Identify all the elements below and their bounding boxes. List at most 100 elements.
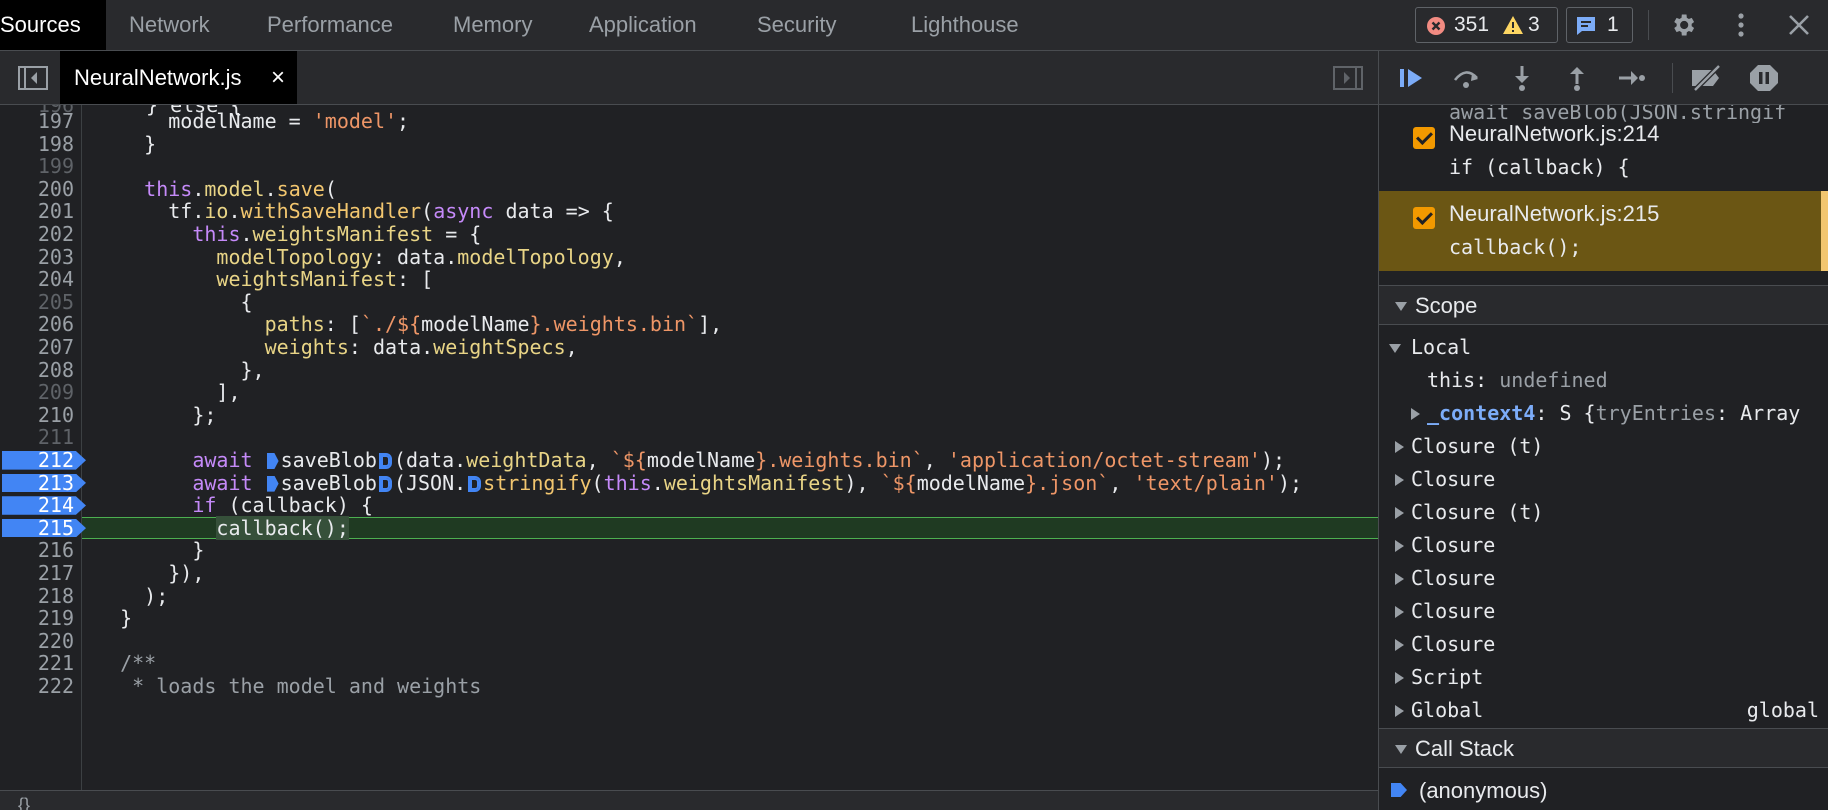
code-line: 200 this.model.save(: [0, 177, 1378, 201]
scope-closure[interactable]: Closure (t): [1379, 496, 1828, 529]
line-number[interactable]: 199: [0, 155, 74, 178]
breakpoint-item-hit[interactable]: NeuralNetwork.js:215 callback();: [1379, 191, 1828, 271]
scope-property-context[interactable]: _context4: S {tryEntries: Array: [1379, 397, 1828, 430]
line-number[interactable]: 207: [0, 336, 74, 359]
call-stack-section-header[interactable]: Call Stack: [1379, 728, 1828, 768]
line-number[interactable]: 200: [0, 178, 74, 201]
expand-arrow-icon: [1395, 441, 1404, 453]
line-number[interactable]: 221: [0, 652, 74, 675]
property-key: tryEntries: [1595, 401, 1717, 425]
line-number[interactable]: 198: [0, 132, 74, 156]
step-out-icon[interactable]: [1562, 64, 1592, 92]
line-number[interactable]: 197: [0, 110, 74, 133]
message-icon: [1577, 17, 1595, 35]
code-text: },: [96, 357, 265, 382]
code-text: }: [96, 606, 133, 631]
tab-application[interactable]: Application: [589, 0, 697, 50]
scope-closure[interactable]: Closure: [1379, 562, 1828, 595]
property-value: Array: [1740, 401, 1801, 425]
line-number[interactable]: 217: [0, 562, 74, 585]
code-text: };: [96, 402, 217, 427]
scope-script[interactable]: Script: [1379, 661, 1828, 694]
expand-arrow-icon: [1395, 672, 1404, 684]
issues-counter[interactable]: 351 3: [1415, 7, 1558, 43]
scope-property-this[interactable]: this: undefined: [1379, 364, 1828, 397]
line-number[interactable]: 203: [0, 245, 74, 269]
tab-memory[interactable]: Memory: [453, 0, 532, 50]
code-text: modelName = 'model';: [96, 109, 410, 133]
tab-security[interactable]: Security: [757, 0, 836, 50]
more-menu-icon[interactable]: [1729, 11, 1753, 39]
code-line: 222 * loads the model and weights: [0, 675, 1378, 698]
deactivate-breakpoints-icon[interactable]: [1689, 64, 1725, 92]
breakpoint-checkbox[interactable]: [1413, 127, 1435, 149]
line-number[interactable]: 209: [0, 381, 74, 404]
code-line: 220: [0, 630, 1378, 653]
tab-performance[interactable]: Performance: [267, 0, 393, 50]
close-icon[interactable]: [1787, 13, 1811, 37]
scope-closure[interactable]: Closure: [1379, 463, 1828, 496]
line-number[interactable]: 222: [0, 675, 74, 698]
toggle-navigator-icon[interactable]: [18, 66, 48, 90]
step-into-icon[interactable]: [1507, 64, 1537, 92]
property-value: S {: [1559, 401, 1596, 425]
code-text: weights: data.weightSpecs,: [264, 335, 578, 359]
file-tab-neuralnetwork[interactable]: NeuralNetwork.js ×: [60, 51, 297, 104]
line-number[interactable]: 210: [0, 404, 74, 427]
line-number[interactable]: 212: [0, 449, 74, 472]
scope-closure[interactable]: Closure (t): [1379, 430, 1828, 463]
line-number[interactable]: 205: [0, 291, 74, 314]
breakpoint-checkbox[interactable]: [1413, 207, 1435, 229]
code-line: 212 await saveBlob (data.weightData, `${m…: [0, 449, 1378, 472]
line-number[interactable]: 202: [0, 223, 74, 246]
scope-local[interactable]: Local: [1379, 331, 1828, 364]
code-line: 207 weights: data.weightSpecs,: [0, 336, 1378, 359]
file-tab-close-icon[interactable]: ×: [271, 51, 285, 105]
step-over-icon[interactable]: [1451, 64, 1481, 92]
scope-closure[interactable]: Closure: [1379, 529, 1828, 562]
code-line: 206 paths: [`./${modelName}.weights.bin`…: [0, 313, 1378, 336]
line-number[interactable]: 216: [0, 539, 74, 562]
scope-section-header[interactable]: Scope: [1379, 285, 1828, 325]
scope-global[interactable]: Global global: [1379, 694, 1828, 727]
toggle-debugger-icon[interactable]: [1333, 66, 1363, 90]
scope-closure-label: Closure: [1411, 632, 1496, 656]
scope-closure-label: Closure (t): [1411, 500, 1544, 524]
line-number[interactable]: 204: [0, 268, 74, 291]
line-number[interactable]: 211: [0, 426, 74, 449]
expand-arrow-icon: [1395, 507, 1404, 519]
expand-arrow-icon: [1395, 639, 1404, 651]
line-number[interactable]: 219: [0, 607, 74, 630]
tab-sources[interactable]: Sources: [0, 0, 106, 50]
code-editor[interactable]: 196 } else { 197 modelName = 'model'; 198…: [0, 105, 1378, 790]
code-line: 211: [0, 426, 1378, 449]
breakpoint-code: callback();: [1449, 235, 1582, 259]
breakpoint-location: NeuralNetwork.js:214: [1449, 121, 1660, 146]
scope-closure[interactable]: Closure: [1379, 628, 1828, 661]
line-number[interactable]: 201: [0, 200, 74, 223]
messages-counter[interactable]: 1: [1566, 7, 1633, 43]
code-text: modelTopology: data.modelTopology,: [216, 244, 626, 269]
scope-closure[interactable]: Closure: [1379, 595, 1828, 628]
line-number[interactable]: 206: [0, 313, 74, 336]
resume-icon[interactable]: [1397, 64, 1427, 92]
line-number[interactable]: 218: [0, 584, 74, 608]
code-line: 210 };: [0, 404, 1378, 427]
tab-lighthouse[interactable]: Lighthouse: [911, 0, 1019, 50]
breakpoint-item[interactable]: NeuralNetwork.js:214 if (callback) {: [1379, 111, 1828, 191]
line-number[interactable]: 213: [0, 471, 74, 495]
breakpoint-code: if (callback) {: [1449, 155, 1630, 179]
line-number[interactable]: 220: [0, 630, 74, 653]
step-icon[interactable]: [1616, 64, 1646, 92]
status-text: {}: [18, 795, 31, 810]
line-number[interactable]: 208: [0, 358, 74, 382]
line-number[interactable]: 214: [0, 494, 74, 517]
line-number[interactable]: 215: [0, 517, 74, 540]
scope-closure-label: Closure: [1411, 566, 1496, 590]
call-frame[interactable]: (anonymous): [1379, 771, 1828, 810]
code-line: 221 /**: [0, 652, 1378, 675]
pause-on-exceptions-icon[interactable]: [1749, 64, 1779, 92]
gear-icon[interactable]: [1669, 11, 1697, 39]
tab-network[interactable]: Network: [129, 0, 210, 50]
code-line: 209 ],: [0, 381, 1378, 404]
